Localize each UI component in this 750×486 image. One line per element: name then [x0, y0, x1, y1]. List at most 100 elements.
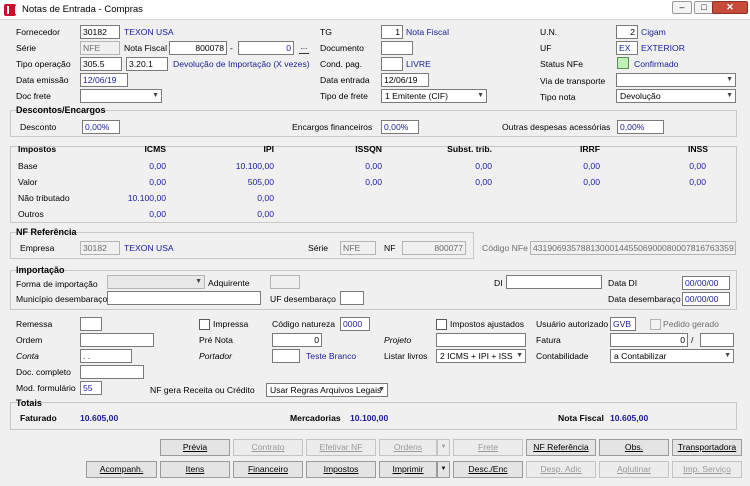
chevron-down-icon: ▼	[195, 278, 202, 285]
nota-fiscal-suffix-input[interactable]: 0	[238, 41, 294, 55]
uf-desc: EXTERIOR	[641, 43, 685, 53]
nfref-serie-input[interactable]: NFE	[340, 241, 376, 255]
financeiro-button[interactable]: Financeiro	[233, 461, 303, 478]
mod-formulario-input[interactable]: 55	[80, 381, 102, 395]
serie-input[interactable]: NFE	[80, 41, 120, 55]
close-button[interactable]: ✕	[712, 1, 748, 14]
nota-fiscal-total-label: Nota Fiscal	[558, 413, 604, 423]
encargos-label: Encargos financeiros	[292, 122, 373, 132]
imp-servico-button[interactable]: Imp. Serviço	[672, 461, 742, 478]
municipio-desembaraco-input[interactable]	[107, 291, 261, 305]
tipo-operacao-code-input[interactable]: 305.5	[80, 57, 122, 71]
base-issqn: 0,00	[365, 161, 382, 171]
portador-label: Portador	[199, 351, 232, 361]
desc-enc-button[interactable]: Desc./Enc	[453, 461, 523, 478]
uf-desembaraco-input[interactable]	[340, 291, 364, 305]
uf-input[interactable]: EX	[616, 41, 638, 55]
pre-nota-input[interactable]: 0	[272, 333, 322, 347]
serie-label: Série	[16, 43, 37, 53]
contabilidade-select[interactable]: a Contabilizar ▼	[610, 349, 734, 363]
imprimir-dropdown-button[interactable]: ▼	[437, 461, 450, 478]
doc-completo-input[interactable]	[80, 365, 144, 379]
aglutinar-button[interactable]: Aglutinar	[599, 461, 669, 478]
ordens-dropdown-button[interactable]: ▼	[437, 439, 450, 456]
impostos-col-issqn: ISSQN	[355, 144, 382, 154]
tipo-nota-select[interactable]: Devolução ▼	[616, 89, 736, 103]
nf-referencia-title: NF Referência	[16, 227, 77, 237]
un-input[interactable]: 2	[616, 25, 638, 39]
nf-gera-select[interactable]: Usar Regras Arquivos Legais ▼	[266, 383, 388, 397]
tipo-frete-select[interactable]: 1 Emitente (CIF) ▼	[381, 89, 487, 103]
chevron-down-icon: ▼	[724, 352, 731, 359]
nota-fiscal-input[interactable]: 800078	[169, 41, 227, 55]
documento-input[interactable]	[381, 41, 413, 55]
previa-button[interactable]: Prévia	[160, 439, 230, 456]
acompanh-button[interactable]: Acompanh.	[86, 461, 157, 478]
contrato-button[interactable]: Contrato	[233, 439, 303, 456]
encargos-input[interactable]: 0,00%	[381, 120, 419, 134]
codigo-nfe-label: Código NFe	[482, 243, 528, 253]
itens-button[interactable]: Itens	[160, 461, 230, 478]
conta-input[interactable]: . .	[80, 349, 132, 363]
ordens-button[interactable]: Ordens	[379, 439, 437, 456]
tipo-operacao-sub-input[interactable]: 3.20.1	[126, 57, 168, 71]
codigo-natureza-input[interactable]: 0000	[340, 317, 370, 331]
data-di-input[interactable]: 00/00/00	[682, 276, 730, 290]
minimize-button[interactable]: –	[672, 1, 692, 14]
fornecedor-name: TEXON USA	[124, 27, 174, 37]
efetivar-nf-button[interactable]: Efetivar NF	[306, 439, 376, 456]
uf-desembaraco-label: UF desembaraço	[270, 294, 336, 304]
impostos-button[interactable]: Impostos	[306, 461, 376, 478]
fornecedor-code-input[interactable]: 30182	[80, 25, 120, 39]
transportadora-button[interactable]: Transportadora	[672, 439, 742, 456]
nf-gera-label: NF gera Receita ou Crédito	[150, 385, 255, 395]
impostos-col-irrf: IRRF	[579, 144, 600, 154]
codigo-nfe-input[interactable]: 4319069357881300014455069000800078167633…	[530, 241, 736, 255]
nfref-empresa-input[interactable]: 30182	[80, 241, 120, 255]
forma-importacao-select[interactable]: ▼	[107, 275, 205, 289]
ordem-input[interactable]	[80, 333, 154, 347]
doc-frete-select[interactable]: ▼	[80, 89, 162, 103]
tg-input[interactable]: 1	[381, 25, 403, 39]
obs-button[interactable]: Obs.	[599, 439, 669, 456]
remessa-input[interactable]	[80, 317, 102, 331]
pedido-gerado-label: Pedido gerado	[663, 319, 719, 329]
data-entrada-input[interactable]: 12/06/19	[381, 73, 429, 87]
impostos-col-inss: INSS	[687, 144, 708, 154]
nfref-serie-label: Série	[308, 243, 329, 253]
impostos-ajustados-checkbox[interactable]	[436, 319, 447, 330]
portador-input[interactable]	[272, 349, 300, 363]
importacao-title: Importação	[16, 265, 65, 275]
fatura-parcela-input[interactable]	[700, 333, 734, 347]
nf-gera-value: Usar Regras Arquivos Legais	[270, 385, 382, 395]
impressa-checkbox[interactable]	[199, 319, 210, 330]
maximize-button[interactable]: □	[694, 1, 714, 14]
data-emissao-input[interactable]: 12/06/19	[80, 73, 128, 87]
nfref-nf-input[interactable]: 800077	[402, 241, 466, 255]
frete-button[interactable]: Frete	[453, 439, 523, 456]
adquirente-input[interactable]	[270, 275, 300, 289]
via-transporte-select[interactable]: ▼	[616, 73, 736, 87]
base-subst-trib: 0,00	[475, 161, 492, 171]
desp-adic-button[interactable]: Desp. Adic	[526, 461, 596, 478]
cond-pag-input[interactable]	[381, 57, 403, 71]
desconto-input[interactable]: 0,00%	[82, 120, 120, 134]
mod-formulario-label: Mod. formulário	[16, 383, 76, 393]
outras-despesas-input[interactable]: 0,00%	[617, 120, 664, 134]
tg-desc: Nota Fiscal	[406, 27, 449, 37]
fatura-input[interactable]: 0	[610, 333, 688, 347]
nf-referencia-button[interactable]: NF Referência	[526, 439, 596, 456]
di-input[interactable]	[506, 275, 602, 289]
data-desembaraco-input[interactable]: 00/00/00	[682, 292, 730, 306]
nota-fiscal-lookup-button[interactable]: ...	[299, 42, 309, 54]
projeto-input[interactable]	[436, 333, 526, 347]
listar-livros-select[interactable]: 2 ICMS + IPI + ISS ▼	[436, 349, 526, 363]
un-desc: Cigam	[641, 27, 666, 37]
nfref-empresa-label: Empresa	[20, 243, 55, 253]
usuario-autorizado-input[interactable]: GVB	[610, 317, 636, 331]
pedido-gerado-checkbox[interactable]	[650, 319, 661, 330]
imprimir-button[interactable]: Imprimir	[379, 461, 437, 478]
impostos-row-label: Base	[18, 161, 38, 171]
faturado-label: Faturado	[20, 413, 57, 423]
nota-fiscal-total-value: 10.605,00	[610, 413, 649, 423]
